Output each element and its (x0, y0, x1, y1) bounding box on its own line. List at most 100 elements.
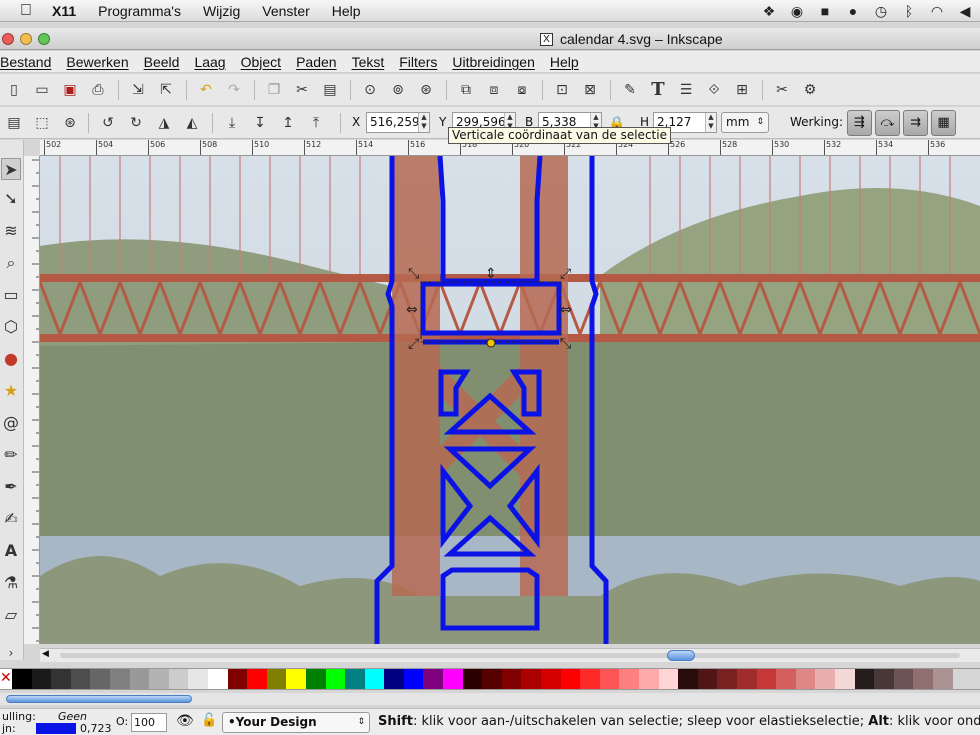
text-tool-icon[interactable]: A (1, 540, 21, 562)
lower-bottom-icon[interactable]: ⤓ (222, 113, 242, 133)
spiral-tool-icon[interactable]: @ (1, 412, 21, 434)
scroll-left-icon[interactable]: ◀ (42, 649, 49, 659)
palette-swatch[interactable] (423, 669, 444, 689)
cut-icon[interactable]: ✂ (292, 80, 312, 100)
flip-vertical-icon[interactable]: ◭ (182, 113, 202, 133)
open-file-icon[interactable]: ▭ (32, 80, 52, 100)
palette-swatch[interactable] (109, 669, 130, 689)
menu-tekst[interactable]: Tekst (352, 54, 385, 70)
clone-icon[interactable]: ⧈ (484, 80, 504, 100)
palette-swatch[interactable] (560, 669, 581, 689)
menu-beeld[interactable]: Beeld (144, 54, 180, 70)
palette-swatch[interactable] (149, 669, 169, 689)
scale-handle-tr-icon[interactable]: ⤢ (560, 266, 571, 282)
undo-icon[interactable]: ↶ (196, 80, 216, 100)
rotate-cw-icon[interactable]: ↻ (126, 113, 146, 133)
palette-swatch[interactable] (345, 669, 365, 689)
select-all-layers-icon[interactable]: ⬚ (32, 113, 52, 133)
palette-swatch[interactable] (129, 669, 150, 689)
palette-swatch[interactable] (599, 669, 620, 689)
menu-object[interactable]: Object (241, 54, 281, 70)
palette-swatch[interactable] (893, 669, 914, 689)
scale-handle-left-icon[interactable]: ⇔ (406, 302, 418, 318)
palette-swatch[interactable] (932, 669, 953, 689)
palette-swatch[interactable] (247, 669, 267, 689)
menu-uitbreidingen[interactable]: Uitbreidingen (452, 54, 535, 70)
move-patterns-button[interactable]: ▦ (931, 110, 956, 136)
text-font-icon[interactable]: T (648, 80, 668, 100)
flip-horizontal-icon[interactable]: ◮ (154, 113, 174, 133)
palette-swatch[interactable] (207, 669, 228, 689)
scale-stroke-button[interactable]: ⇶ (847, 110, 872, 136)
palette-swatch[interactable] (31, 669, 52, 689)
horizontal-scrollbar[interactable]: ◀ (40, 648, 980, 662)
opacity-input[interactable]: 100 (131, 713, 167, 732)
palette-swatch[interactable] (854, 669, 875, 689)
height-stepper-icon[interactable]: ▲ ▼ (705, 113, 716, 132)
x-input[interactable]: 516,259 ▲ ▼ (366, 112, 430, 133)
palette-scroll-thumb[interactable] (6, 695, 192, 703)
palette-swatch[interactable] (443, 669, 463, 689)
dropbox-icon[interactable]: ❖ (760, 3, 778, 20)
minimize-window-button[interactable] (20, 33, 32, 45)
palette-swatch[interactable] (697, 669, 718, 689)
move-gradients-button[interactable]: ⇉ (903, 110, 928, 136)
palette-swatch[interactable] (834, 669, 855, 689)
calligraphy-tool-icon[interactable]: ✍ (1, 508, 21, 530)
palette-swatch[interactable] (227, 669, 248, 689)
unlink-clone-icon[interactable]: ⧇ (512, 80, 532, 100)
unit-select[interactable]: mm ⇕ (721, 112, 769, 133)
menu-bestand[interactable]: Bestand (0, 54, 51, 70)
menu-laag[interactable]: Laag (194, 54, 225, 70)
mac-menu-help[interactable]: Help (332, 3, 361, 19)
palette-swatch[interactable] (639, 669, 659, 689)
scroll-track[interactable] (60, 653, 960, 658)
palette-swatch[interactable] (756, 669, 777, 689)
pen-tool-icon[interactable]: ✒ (1, 476, 21, 498)
palette-swatch[interactable] (815, 669, 835, 689)
scale-handle-top-icon[interactable]: ⇕ (485, 266, 497, 282)
palette-swatch[interactable] (70, 669, 91, 689)
preferences-icon[interactable]: ✂ (772, 80, 792, 100)
mac-menu-app[interactable]: X11 (52, 3, 76, 19)
palette-swatch[interactable] (776, 669, 796, 689)
node-tool-icon[interactable]: ➘ (1, 188, 21, 210)
palette-swatch[interactable] (384, 669, 404, 689)
time-machine-icon[interactable]: ◷ (872, 3, 890, 20)
palette-swatch[interactable] (266, 669, 287, 689)
paste-icon[interactable]: ▤ (320, 80, 340, 100)
no-paint-swatch-icon[interactable]: ✕ (0, 669, 12, 689)
palette-swatch[interactable] (501, 669, 522, 689)
3d-box-tool-icon[interactable]: ⬡ (1, 316, 21, 338)
apple-icon[interactable]:  (20, 2, 38, 20)
palette-swatch[interactable] (482, 669, 502, 689)
wifi-icon[interactable]: ◠ (928, 3, 946, 20)
volume-icon[interactable]: ◀ (956, 3, 974, 20)
pencil-tool-icon[interactable]: ✏ (1, 444, 21, 466)
palette-swatch[interactable] (462, 669, 483, 689)
skype-icon[interactable]: ● (844, 3, 862, 19)
menu-filters[interactable]: Filters (399, 54, 437, 70)
xml-editor-icon[interactable]: ⟐ (704, 80, 724, 100)
scale-handle-bl-icon[interactable]: ⤢ (408, 336, 419, 352)
ungroup-icon[interactable]: ⊠ (580, 80, 600, 100)
palette-swatch[interactable] (736, 669, 757, 689)
import-icon[interactable]: ⇲ (128, 80, 148, 100)
rectangle-tool-icon[interactable]: ▭ (1, 284, 21, 306)
duplicate-icon[interactable]: ⧉ (456, 80, 476, 100)
palette-swatch[interactable] (403, 669, 424, 689)
scale-handle-right-icon[interactable]: ⇔ (560, 302, 572, 318)
palette-swatch[interactable] (678, 669, 698, 689)
copy-icon[interactable]: ❐ (264, 80, 284, 100)
align-distribute-icon[interactable]: ⊞ (732, 80, 752, 100)
zoom-tool-icon[interactable]: ⌕ (1, 252, 21, 274)
palette-swatch[interactable] (619, 669, 639, 689)
zoom-selection-icon[interactable]: ⊙ (360, 80, 380, 100)
status-app-icon[interactable]: ◉ (788, 3, 806, 20)
palette-swatch[interactable] (541, 669, 561, 689)
palette-swatch[interactable] (795, 669, 816, 689)
more-tools-icon[interactable]: › (1, 642, 21, 664)
menu-bewerken[interactable]: Bewerken (66, 54, 128, 70)
palette-scrollbar[interactable] (0, 693, 980, 705)
save-icon[interactable]: ▣ (60, 80, 80, 100)
